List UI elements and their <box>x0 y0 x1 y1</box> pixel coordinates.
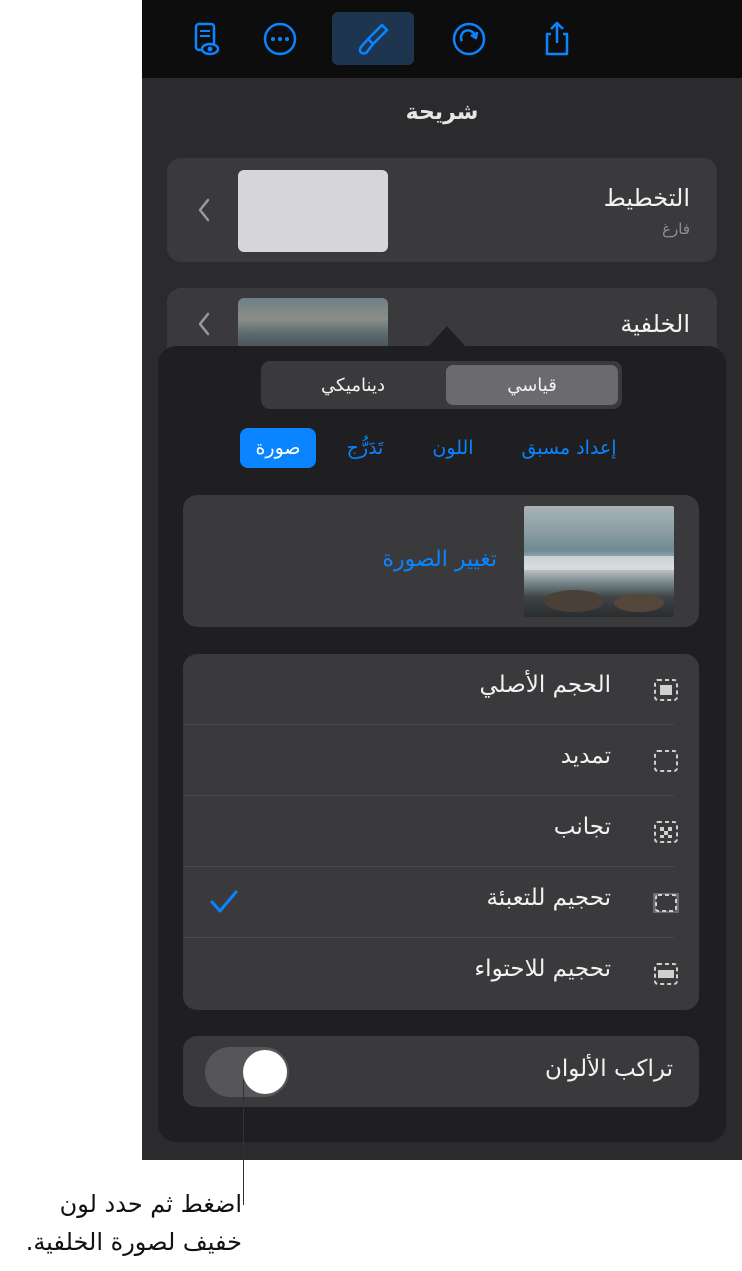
option-stretch[interactable]: تمديد <box>184 725 699 796</box>
chevron-left-icon <box>198 198 210 222</box>
option-label: تمديد <box>560 743 611 769</box>
document-view-icon <box>194 22 220 55</box>
document-view-button[interactable] <box>165 12 247 65</box>
tab-color[interactable]: اللون <box>422 428 484 468</box>
layout-value: فارغ <box>662 220 690 238</box>
scale-to-fill-icon <box>653 893 679 913</box>
background-image-preview <box>524 506 674 617</box>
tab-image[interactable]: صورة <box>240 428 316 468</box>
segmented-control: قياسي ديناميكي <box>261 361 622 409</box>
option-label: الحجم الأصلي <box>479 672 611 698</box>
undo-redo-icon <box>452 22 486 55</box>
option-tile[interactable]: تجانب <box>184 796 699 867</box>
scale-to-fit-icon <box>654 963 678 985</box>
tab-preset[interactable]: إعداد مسبق <box>510 428 628 468</box>
layout-label: التخطيط <box>603 184 690 212</box>
option-label: تحجيم للاحتواء <box>474 956 611 982</box>
change-image-card[interactable]: تغيير الصورة <box>183 495 699 627</box>
option-scale-to-fit[interactable]: تحجيم للاحتواء <box>184 938 699 1009</box>
undo-button[interactable] <box>428 12 510 65</box>
option-original-size[interactable]: الحجم الأصلي <box>184 654 699 725</box>
background-label: الخلفية <box>620 310 690 338</box>
callout-text: اضغط ثم حدد لون خفيف لصورة الخلفية. <box>25 1190 242 1256</box>
popover-arrow <box>427 326 467 348</box>
format-button[interactable] <box>332 12 414 65</box>
color-overlay-toggle[interactable] <box>205 1047 289 1097</box>
layout-thumbnail <box>238 170 388 252</box>
share-icon <box>545 21 569 55</box>
toolbar <box>142 0 742 78</box>
stretch-icon <box>654 750 678 772</box>
tile-icon <box>654 821 678 843</box>
callout-line <box>243 1080 244 1205</box>
option-label: تجانب <box>553 814 611 840</box>
color-overlay-label: تراكب الألوان <box>544 1056 673 1082</box>
chevron-left-icon <box>198 312 210 336</box>
option-label: تحجيم للتعبئة <box>486 885 611 911</box>
original-size-icon <box>654 679 678 701</box>
checkmark-icon <box>210 890 238 913</box>
tab-gradient[interactable]: تَدَرُّج <box>332 428 398 468</box>
more-button[interactable] <box>239 12 321 65</box>
toggle-knob <box>243 1050 287 1094</box>
segment-standard[interactable]: قياسي <box>446 365 618 405</box>
change-image-button[interactable]: تغيير الصورة <box>382 547 497 572</box>
segment-dynamic[interactable]: ديناميكي <box>265 365 441 405</box>
format-brush-icon <box>358 23 389 55</box>
layout-row[interactable]: التخطيط فارغ <box>167 158 717 262</box>
panel-title: شريحة <box>405 100 479 125</box>
more-icon <box>263 22 297 55</box>
share-button[interactable] <box>516 12 598 65</box>
option-scale-to-fill[interactable]: تحجيم للتعبئة <box>184 867 699 938</box>
